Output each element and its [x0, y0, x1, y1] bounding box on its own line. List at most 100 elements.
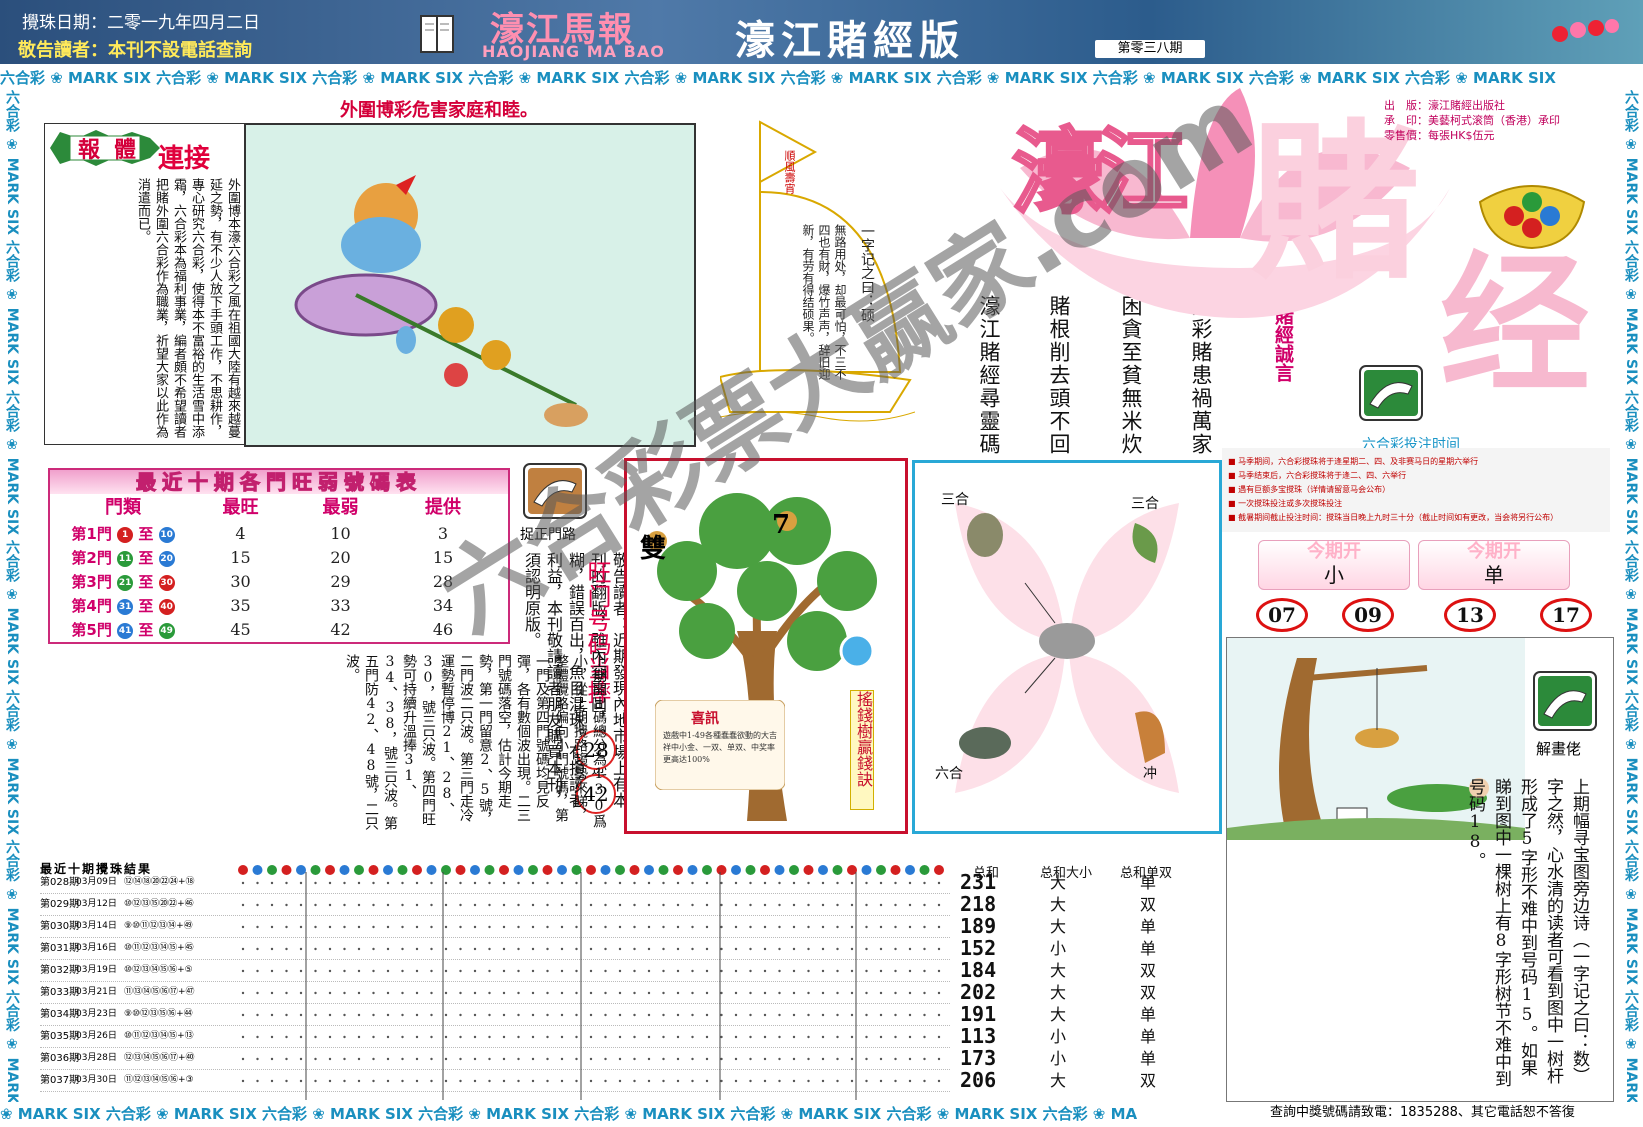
grid-dot	[270, 881, 274, 885]
grid-dot	[560, 1057, 564, 1061]
grid-dot	[560, 969, 564, 973]
report-badge-label: 報體	[78, 137, 151, 163]
grid-dot	[256, 925, 259, 929]
gate-conn: 至	[138, 597, 154, 615]
grid-dot	[850, 991, 854, 995]
grid-dot	[908, 903, 912, 907]
size-value: 大	[1050, 873, 1067, 892]
grid-dot	[560, 1013, 564, 1017]
grid-dot	[401, 903, 404, 907]
grid-dot	[836, 1013, 839, 1017]
grid-dot	[285, 1035, 288, 1039]
gate-cell: 第4門 31 至 40	[58, 594, 188, 618]
grid-dot	[647, 1079, 651, 1083]
grid-dot	[546, 969, 549, 973]
grid-dot	[357, 903, 361, 907]
hot-table-row: 第5門 41 至 49 45 42 46	[58, 618, 500, 642]
grid-dot	[430, 1057, 433, 1061]
grid-dot	[850, 1057, 854, 1061]
grid-dot	[444, 903, 448, 907]
grid-dot	[821, 947, 825, 951]
schedule-line: ■ 一次搅珠投注或多次搅珠投注	[1228, 499, 1343, 508]
grid-dot	[343, 903, 346, 907]
grid-dot	[850, 903, 854, 907]
grid-dot	[589, 1013, 593, 1017]
grid-dot	[633, 903, 636, 907]
grid-dot	[836, 947, 839, 951]
open-panel-parity: 今期开 单	[1418, 540, 1570, 590]
size-value: 小	[1050, 1027, 1067, 1046]
grid-dot	[792, 1035, 796, 1039]
grid-dot	[314, 991, 317, 995]
grid-dot	[894, 991, 897, 995]
grid-dot	[633, 969, 636, 973]
size-value: 大	[1050, 983, 1067, 1002]
grid-dot	[372, 991, 375, 995]
grid-dot	[517, 1057, 520, 1061]
grid-dot	[618, 1079, 622, 1083]
pointing-hand-icon	[1359, 365, 1423, 421]
grid-dot	[415, 903, 419, 907]
grid-dot	[778, 969, 781, 973]
grid-dot	[792, 991, 796, 995]
gate-cell: 第1門 1 至 10	[58, 522, 188, 546]
grid-dot	[270, 991, 274, 995]
grid-dot	[531, 969, 535, 973]
grid-dot	[401, 969, 404, 973]
tree-sign: 喜訊 遊戲中1-49各種蠢蠢欲動的大吉祥中小金、一双、单双、中奖率更高达100%	[655, 700, 785, 790]
grid-dot	[546, 991, 549, 995]
grid-dot	[763, 1035, 767, 1039]
grid-dot	[720, 1079, 723, 1083]
grid-dot	[444, 1079, 448, 1083]
grid-dot	[589, 925, 593, 929]
grid-dot	[444, 947, 448, 951]
grid-dot	[560, 881, 564, 885]
grid-dot	[415, 925, 419, 929]
grid-dot	[676, 881, 680, 885]
grid-dot	[415, 1079, 419, 1083]
grid-dot	[589, 969, 593, 973]
gate-label: 第5門	[71, 621, 112, 639]
grid-dot	[850, 925, 854, 929]
grid-dot	[792, 903, 796, 907]
grid-dot	[241, 947, 245, 951]
grid-dot	[256, 969, 259, 973]
draw-date: 攪珠日期：二零一九年四月二日	[22, 13, 260, 33]
grid-dot	[473, 947, 477, 951]
grid-dot	[575, 991, 578, 995]
grid-dot	[270, 1079, 274, 1083]
grid-dot	[299, 1079, 303, 1083]
grid-dot	[720, 991, 723, 995]
grid-dot	[575, 1013, 578, 1017]
grid-dot	[691, 1079, 694, 1083]
grid-dot	[386, 925, 390, 929]
grid-dot	[459, 947, 462, 951]
grid-dot	[749, 1079, 752, 1083]
grid-dot	[372, 1057, 375, 1061]
grid-dot	[357, 969, 361, 973]
tree-char-right: 7	[772, 510, 791, 540]
mark-six-strip-bottom: ❀ MARK SIX 六合彩 ❀ MARK SIX 六合彩 ❀ MARK SIX…	[0, 1102, 1250, 1126]
grid-dot	[821, 1013, 825, 1017]
grid-dot	[256, 991, 259, 995]
grid-dot	[647, 991, 651, 995]
grid-dot	[430, 1079, 433, 1083]
grid-dot	[633, 1079, 636, 1083]
grid-dot	[444, 969, 448, 973]
grid-dot	[734, 925, 738, 929]
grid-dot	[850, 1013, 854, 1017]
grid-dot	[662, 881, 665, 885]
grid-dot	[589, 991, 593, 995]
size-value: 大	[1050, 961, 1067, 980]
grid-dot	[778, 903, 781, 907]
grid-dot	[357, 991, 361, 995]
grid-dot	[531, 991, 535, 995]
grid-dot	[328, 947, 332, 951]
hot-cell: 15	[230, 548, 251, 567]
lotus-title-3: 经	[1440, 237, 1591, 413]
cold-cell: 20	[330, 548, 351, 567]
grid-dot	[415, 969, 419, 973]
sum-value: 173	[960, 1046, 997, 1070]
grid-dot	[792, 1079, 796, 1083]
grid-dot	[488, 947, 491, 951]
